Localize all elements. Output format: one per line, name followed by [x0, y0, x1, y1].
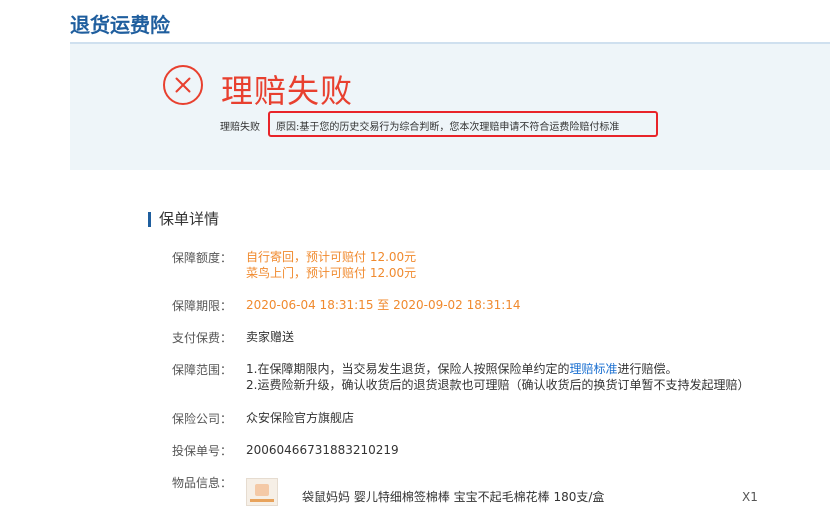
product-thumbnail-strip [250, 499, 274, 502]
scope-line-1-suffix: 进行赔偿。 [617, 362, 678, 376]
coverage-value: 自行寄回，预计可赔付 12.00元 菜鸟上门，预计可赔付 12.00元 [246, 249, 416, 281]
product-thumbnail-graphic [255, 484, 269, 496]
company-value: 众安保险官方旗舰店 [246, 411, 355, 425]
scope-line-1: 1.在保障期限内，当交易发生退货，保险人按照保险单约定的理赔标准进行赔偿。 [246, 361, 749, 377]
premium-value: 卖家赠送 [246, 330, 295, 344]
product-thumbnail[interactable] [246, 478, 278, 506]
coverage-line-pickup: 菜鸟上门，预计可赔付 12.00元 [246, 266, 417, 280]
coverage-label: 保障额度： [172, 251, 233, 265]
claim-standard-link[interactable]: 理赔标准 [569, 362, 617, 376]
failure-reason-box: 原因:基于您的历史交易行为综合判断，您本次理赔申请不符合运费险赔付标准 [268, 111, 658, 137]
product-quantity: X1 [742, 490, 758, 504]
scope-line-2: 2.运费险新升级，确认收货后的退货退款也可理赔（确认收货后的换货订单暂不支持发起… [246, 378, 750, 392]
period-value: 2020-06-04 18:31:15 至 2020-09-02 18:31:1… [246, 298, 521, 312]
claim-status-label: 理赔失败 [220, 122, 260, 133]
item-label: 物品信息： [172, 476, 233, 490]
period-label: 保障期限： [172, 299, 233, 313]
scope-line-1-prefix: 1.在保障期限内，当交易发生退货，保险人按照保险单约定的 [246, 362, 570, 376]
section-title-policy-details: 保单详情 [148, 212, 219, 227]
failure-reason-text: 原因:基于您的历史交易行为综合判断，您本次理赔申请不符合运费险赔付标准 [276, 122, 620, 133]
premium-label: 支付保费： [172, 331, 233, 345]
page-title: 退货运费险 [70, 13, 170, 37]
scope-label: 保障范围： [172, 363, 233, 377]
policy-number-label: 投保单号： [172, 444, 233, 458]
coverage-line-self-return: 自行寄回，预计可赔付 12.00元 [246, 250, 417, 264]
item-row: 物品信息： 袋鼠妈妈 婴儿特细棉签棉棒 宝宝不起毛棉花棒 180支/盒 X1 [172, 474, 812, 514]
scope-value: 1.在保障期限内，当交易发生退货，保险人按照保险单约定的理赔标准进行赔偿。 2.… [246, 361, 749, 393]
close-circle-icon [163, 65, 203, 105]
product-name[interactable]: 袋鼠妈妈 婴儿特细棉签棉棒 宝宝不起毛棉花棒 180支/盒 [302, 488, 604, 505]
company-label: 保险公司： [172, 412, 233, 426]
claim-status-banner: 理赔失败 理赔失败 原因:基于您的历史交易行为综合判断，您本次理赔申请不符合运费… [70, 44, 830, 170]
policy-number-value: 20060466731883210219 [246, 443, 399, 457]
claim-status-title: 理赔失败 [221, 72, 354, 110]
